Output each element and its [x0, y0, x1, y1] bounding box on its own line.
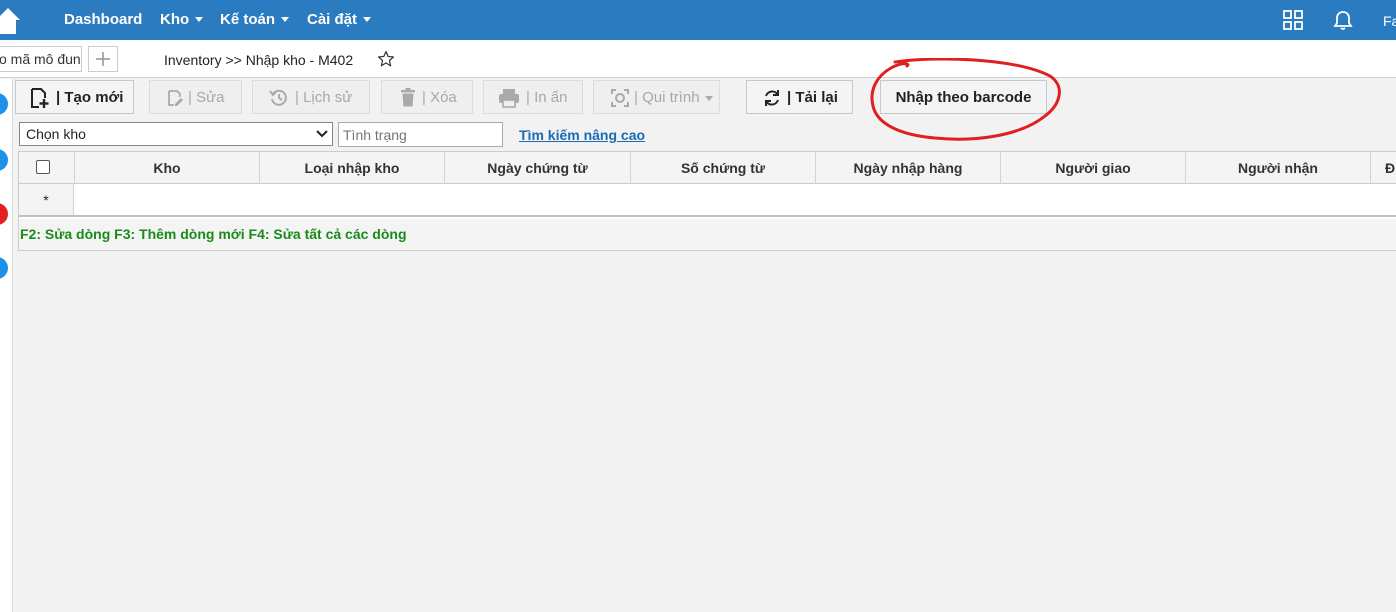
nav-ke-toan[interactable]: Kế toán [220, 11, 290, 28]
plus-icon [96, 52, 110, 66]
barcode-import-button[interactable]: Nhập theo barcode [880, 80, 1047, 114]
left-sidebar [0, 79, 13, 612]
home-icon[interactable] [0, 6, 20, 34]
create-button[interactable]: | Tạo mới [15, 80, 134, 114]
column-header-ngay-chung-tu[interactable]: Ngày chứng từ [445, 152, 631, 184]
column-header-truncated[interactable]: Đ [1371, 152, 1396, 184]
process-button[interactable]: | Qui trình [593, 80, 720, 114]
chevron-down-icon [363, 17, 372, 22]
history-icon [269, 89, 287, 106]
print-button[interactable]: | In ấn [483, 80, 583, 114]
keyboard-hint: F2: Sửa dòng F3: Thêm dòng mới F4: Sửa t… [19, 219, 1396, 251]
edit-icon [168, 90, 183, 106]
sidebar-button-blue-3[interactable] [0, 257, 8, 279]
add-tab-button[interactable] [88, 46, 118, 72]
nav-cai-dat[interactable]: Cài đặt [307, 11, 372, 28]
column-header-loai-nhap-kho[interactable]: Loại nhập kho [260, 152, 445, 184]
star-icon[interactable] [377, 50, 395, 68]
nav-dashboard[interactable]: Dashboard [64, 11, 142, 28]
history-button[interactable]: | Lịch sử [252, 80, 370, 114]
new-document-icon [31, 88, 49, 108]
sidebar-button-red[interactable] [0, 203, 8, 225]
column-header-so-chung-tu[interactable]: Số chứng từ [631, 152, 816, 184]
column-header-nguoi-giao[interactable]: Người giao [1001, 152, 1186, 184]
warehouse-select[interactable]: Chọn kho [19, 122, 333, 146]
new-row[interactable]: * [19, 184, 1396, 217]
column-header-kho[interactable]: Kho [75, 152, 260, 184]
trash-icon [401, 88, 415, 107]
advanced-search-link[interactable]: Tìm kiếm nâng cao [519, 127, 645, 143]
top-nav-bar: Dashboard Kho Kế toán Cài đặt Fa [0, 0, 1396, 40]
edit-button[interactable]: | Sửa [149, 80, 242, 114]
chevron-down-icon [316, 130, 328, 138]
sidebar-button-blue-1[interactable] [0, 93, 8, 115]
user-menu[interactable]: Fa [1383, 13, 1396, 29]
chevron-down-icon [705, 96, 713, 101]
select-all-column [19, 152, 75, 184]
new-row-marker: * [19, 184, 74, 215]
data-grid: Kho Loại nhập kho Ngày chứng từ Số chứng… [18, 151, 1396, 251]
printer-icon [499, 89, 519, 108]
status-input[interactable] [338, 122, 503, 147]
module-search-input[interactable] [0, 46, 82, 72]
breadcrumb: Inventory >> Nhập kho - M402 [164, 52, 354, 68]
refresh-icon [765, 90, 779, 106]
column-header-nguoi-nhan[interactable]: Người nhận [1186, 152, 1371, 184]
chevron-down-icon [281, 17, 290, 22]
module-bar: Inventory >> Nhập kho - M402 [0, 40, 1396, 78]
sidebar-button-blue-2[interactable] [0, 149, 8, 171]
process-icon [611, 89, 629, 107]
chevron-down-icon [195, 17, 204, 22]
reload-button[interactable]: | Tải lại [746, 80, 853, 114]
nav-kho[interactable]: Kho [160, 11, 204, 28]
grid-icon[interactable] [1283, 10, 1303, 30]
delete-button[interactable]: | Xóa [381, 80, 473, 114]
grid-header: Kho Loại nhập kho Ngày chứng từ Số chứng… [19, 152, 1396, 184]
column-header-ngay-nhap-hang[interactable]: Ngày nhập hàng [816, 152, 1001, 184]
bell-icon[interactable] [1333, 10, 1353, 31]
select-all-checkbox[interactable] [36, 160, 50, 174]
